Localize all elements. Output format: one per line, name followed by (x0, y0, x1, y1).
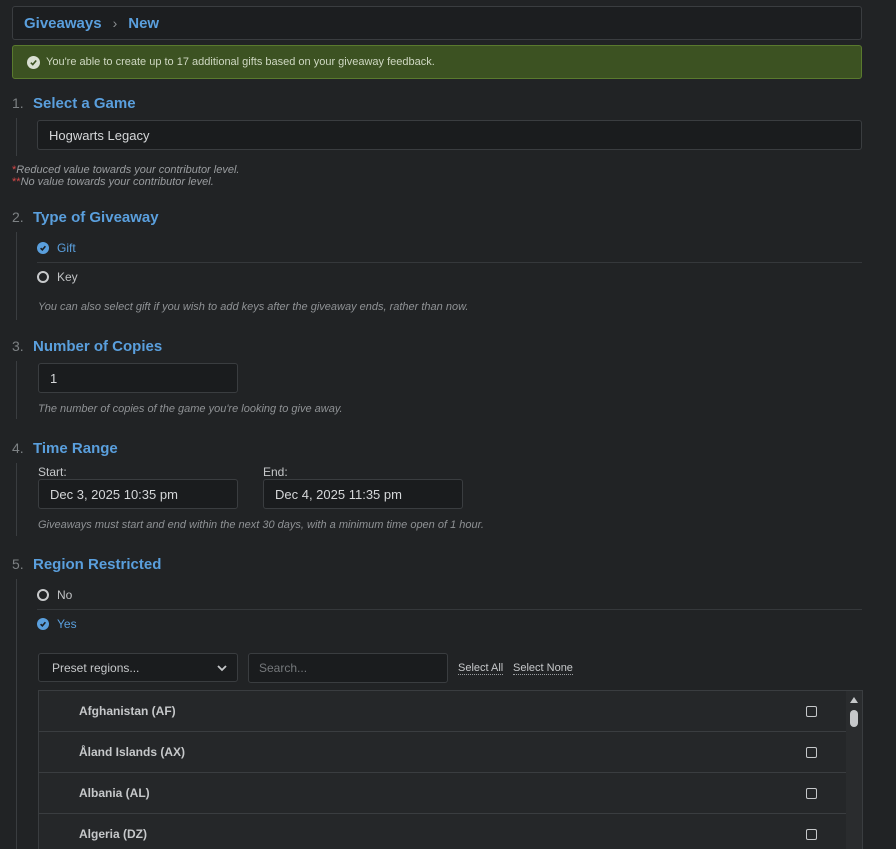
section-title: Time Range (33, 440, 118, 457)
section-type-of-giveaway: 2. Type of Giveaway (12, 209, 159, 226)
reduced-value-text: Reduced value towards your contributor l… (16, 164, 240, 176)
section-rail (16, 232, 17, 320)
section-number: 1. (12, 95, 24, 111)
copies-input[interactable]: 1 (38, 363, 238, 393)
country-row-al[interactable]: Albania (AL) (39, 773, 847, 814)
type-hint: You can also select gift if you wish to … (38, 301, 469, 313)
country-list-scrollbar[interactable] (846, 691, 862, 849)
section-number: 2. (12, 209, 24, 225)
divider (37, 609, 862, 610)
section-number: 5. (12, 556, 24, 572)
radio-circle-icon (37, 589, 49, 601)
breadcrumb-giveaways-link[interactable]: Giveaways (24, 15, 102, 32)
section-title: Select a Game (33, 95, 136, 112)
no-value-text: No value towards your contributor level. (20, 176, 214, 188)
end-label: End: (263, 465, 288, 479)
search-placeholder: Search... (259, 661, 308, 675)
country-name: Åland Islands (AX) (79, 745, 186, 759)
section-select-game: 1. Select a Game (12, 95, 136, 112)
check-circle-icon (27, 55, 40, 69)
section-rail (16, 118, 17, 156)
section-time-range: 4. Time Range (12, 440, 118, 457)
feedback-notice: You're able to create up to 17 additiona… (12, 45, 862, 79)
copies-input-value: 1 (50, 370, 58, 386)
section-rail (16, 579, 17, 849)
breadcrumb-new-link[interactable]: New (128, 15, 159, 32)
section-title: Number of Copies (33, 338, 163, 355)
scroll-thumb[interactable] (850, 710, 858, 727)
breadcrumb: Giveaways › New (12, 6, 862, 40)
end-date-input[interactable]: Dec 4, 2025 11:35 pm (263, 479, 463, 509)
country-checkbox[interactable] (806, 746, 817, 758)
end-date-value: Dec 4, 2025 11:35 pm (275, 486, 402, 502)
game-input[interactable]: Hogwarts Legacy (37, 120, 862, 150)
section-rail (16, 463, 17, 536)
time-range-hint: Giveaways must start and end within the … (38, 519, 484, 531)
section-title: Type of Giveaway (33, 209, 159, 226)
section-rail (16, 361, 17, 419)
section-title: Region Restricted (33, 556, 162, 573)
no-value-note: **No value towards your contributor leve… (12, 176, 214, 188)
country-name: Afghanistan (AF) (79, 704, 176, 718)
radio-circle-icon (37, 271, 49, 283)
section-number: 4. (12, 440, 24, 456)
region-option-no[interactable]: No (37, 588, 72, 602)
country-row-af[interactable]: Afghanistan (AF) (39, 691, 847, 732)
chevron-down-icon (217, 661, 227, 675)
game-input-value: Hogwarts Legacy (49, 127, 150, 143)
region-option-yes[interactable]: Yes (37, 617, 77, 631)
option-label: Gift (57, 241, 76, 255)
check-circle-icon (37, 242, 49, 254)
option-label: Key (57, 270, 78, 284)
start-label: Start: (38, 465, 67, 479)
option-label: No (57, 588, 73, 602)
type-option-key[interactable]: Key (37, 270, 78, 284)
country-checkbox[interactable] (806, 705, 817, 717)
preset-regions-select[interactable]: Preset regions... (38, 653, 238, 682)
type-option-gift[interactable]: Gift (37, 241, 76, 255)
notice-text: You're able to create up to 17 additiona… (46, 56, 435, 68)
country-name: Algeria (DZ) (79, 827, 148, 841)
section-region-restricted: 5. Region Restricted (12, 556, 161, 573)
reduced-value-note: *Reduced value towards your contributor … (12, 164, 239, 176)
country-checkbox[interactable] (806, 787, 817, 799)
country-name: Albania (AL) (79, 786, 150, 800)
option-label: Yes (57, 617, 77, 631)
start-date-value: Dec 3, 2025 10:35 pm (50, 486, 178, 502)
chevron-right-icon: › (112, 15, 118, 31)
divider (37, 262, 862, 263)
select-all-button[interactable]: Select All (458, 662, 504, 675)
scroll-up-arrow-icon[interactable] (850, 697, 858, 703)
country-list: Afghanistan (AF) Åland Islands (AX) Alba… (38, 690, 863, 849)
double-star-marker: ** (12, 176, 21, 188)
country-row-ax[interactable]: Åland Islands (AX) (39, 732, 847, 773)
section-number-of-copies: 3. Number of Copies (12, 338, 162, 355)
country-row-dz[interactable]: Algeria (DZ) (39, 814, 847, 849)
region-search-input[interactable]: Search... (248, 653, 448, 683)
country-checkbox[interactable] (806, 828, 817, 840)
select-none-button[interactable]: Select None (513, 662, 573, 675)
section-number: 3. (12, 338, 24, 354)
copies-hint: The number of copies of the game you're … (38, 403, 343, 415)
preset-regions-label: Preset regions... (52, 660, 140, 675)
start-date-input[interactable]: Dec 3, 2025 10:35 pm (38, 479, 238, 509)
check-circle-icon (37, 618, 49, 630)
